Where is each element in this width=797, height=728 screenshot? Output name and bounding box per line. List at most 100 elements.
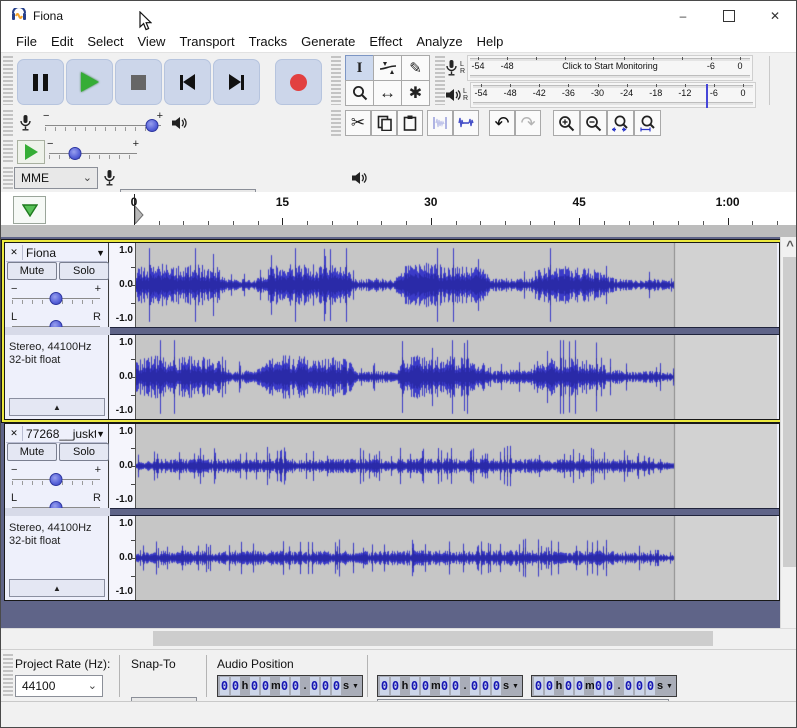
pause-button[interactable] [17, 59, 64, 105]
time-unit[interactable]: s [656, 677, 664, 695]
menu-tracks[interactable]: Tracks [242, 32, 295, 51]
zoom-out-button[interactable] [580, 110, 607, 136]
timeline-options-button[interactable] [13, 196, 46, 224]
time-digit[interactable]: 0 [451, 677, 460, 695]
redo-button[interactable]: ↷ [515, 110, 541, 136]
menu-view[interactable]: View [131, 32, 173, 51]
track-gain-slider[interactable]: − + [9, 283, 103, 309]
slider-thumb[interactable] [50, 292, 63, 305]
minimize-button[interactable]: – [660, 1, 706, 31]
waveform-channel-left[interactable] [136, 424, 777, 508]
time-digit[interactable]: 0 [380, 677, 389, 695]
time-digit[interactable]: 0 [492, 677, 501, 695]
time-digit[interactable]: 0 [291, 677, 300, 695]
record-button[interactable] [275, 59, 322, 105]
time-digit[interactable]: 0 [410, 677, 419, 695]
copy-button[interactable] [371, 110, 397, 136]
mixer-toolbar-grip[interactable] [3, 110, 13, 136]
selection-toolbar-grip[interactable] [3, 654, 13, 698]
horizontal-scrollbar-thumb[interactable] [153, 631, 713, 646]
time-digit[interactable]: 0 [534, 677, 543, 695]
playback-meter-scale[interactable]: -54-48-42-36-30-24-18-12-60 [470, 82, 756, 108]
time-digit[interactable]: 0 [391, 677, 400, 695]
paste-button[interactable] [397, 110, 423, 136]
project-rate-select[interactable]: 44100⌄ [15, 675, 103, 697]
selection-start-field[interactable]: 00h00m00.000s▼ [377, 675, 523, 697]
time-format-arrow-icon[interactable]: ▼ [666, 683, 673, 690]
play-at-speed-button[interactable] [17, 140, 45, 164]
recording-meter[interactable]: LR -54-48-12-60Click to Start Monitoring [445, 54, 753, 81]
audio-host-select[interactable]: MME⌄ [14, 167, 98, 189]
time-digit[interactable]: 0 [575, 677, 584, 695]
track-menu-arrow-icon[interactable]: ▼ [96, 429, 107, 439]
draw-tool-button[interactable]: ✎ [401, 55, 430, 81]
skip-to-start-button[interactable] [164, 59, 211, 105]
time-unit[interactable]: h [555, 677, 563, 695]
zoom-in-button[interactable] [553, 110, 580, 136]
menu-help[interactable]: Help [470, 32, 511, 51]
time-digit[interactable]: 0 [564, 677, 573, 695]
envelope-tool-button[interactable] [373, 55, 402, 81]
time-format-arrow-icon[interactable]: ▼ [512, 683, 519, 690]
transport-toolbar-grip[interactable] [3, 56, 13, 105]
time-digit[interactable]: 0 [594, 677, 603, 695]
playback-meter[interactable]: LR -54-48-42-36-30-24-18-12-60 [445, 81, 756, 108]
recording-volume-slider[interactable]: − + [41, 110, 165, 136]
time-unit[interactable]: s [342, 677, 350, 695]
time-digit[interactable]: 0 [250, 677, 259, 695]
slider-thumb[interactable] [69, 147, 82, 160]
stop-button[interactable] [115, 59, 162, 105]
time-digit[interactable]: 0 [261, 677, 270, 695]
time-digit[interactable]: 0 [231, 677, 240, 695]
time-digit[interactable]: 0 [220, 677, 229, 695]
time-unit[interactable]: m [585, 677, 593, 695]
zoom-tool-button[interactable] [345, 80, 374, 106]
multi-tool-button[interactable]: ✱ [401, 80, 430, 106]
monitor-prompt[interactable]: Click to Start Monitoring [520, 61, 700, 71]
audio-position-field[interactable]: 00h00m00.000s▼ [217, 675, 363, 697]
device-toolbar-grip[interactable] [3, 167, 13, 189]
menu-edit[interactable]: Edit [44, 32, 80, 51]
edit-toolbar-grip[interactable] [331, 110, 341, 136]
time-digit[interactable]: 0 [545, 677, 554, 695]
time-unit[interactable]: . [615, 677, 623, 695]
fit-project-button[interactable] [634, 110, 661, 136]
time-digit[interactable]: 0 [646, 677, 655, 695]
time-unit[interactable]: h [401, 677, 409, 695]
collapse-track-button[interactable]: ▲ [9, 579, 105, 597]
time-digit[interactable]: 0 [332, 677, 341, 695]
waveform-channel-right[interactable] [136, 335, 777, 419]
meter-toolbar-grip[interactable] [435, 56, 445, 105]
vertical-scale-ruler[interactable]: 1.0 0.0 -1.0 [110, 516, 136, 600]
maximize-button[interactable] [706, 1, 752, 31]
time-unit[interactable]: m [271, 677, 279, 695]
menu-transport[interactable]: Transport [172, 32, 241, 51]
cut-button[interactable]: ✂ [345, 110, 371, 136]
time-digit[interactable]: 0 [470, 677, 479, 695]
time-unit[interactable]: h [241, 677, 249, 695]
time-unit[interactable]: . [461, 677, 469, 695]
play-position-marker[interactable] [135, 206, 144, 224]
trim-audio-button[interactable] [427, 110, 453, 136]
track-gain-slider[interactable]: − + [9, 464, 103, 490]
timeline-ruler[interactable]: 01530451:00 [1, 192, 797, 226]
track-title[interactable]: Fiona [23, 246, 96, 260]
track-menu-arrow-icon[interactable]: ▼ [96, 248, 107, 258]
collapse-track-button[interactable]: ▲ [9, 398, 105, 416]
slider-thumb[interactable] [50, 473, 63, 486]
time-digit[interactable]: 0 [440, 677, 449, 695]
undo-button[interactable]: ↶ [489, 110, 515, 136]
vertical-scale-ruler[interactable]: 1.0 0.0 -1.0 [110, 335, 136, 419]
close-button[interactable]: ✕ [752, 1, 797, 31]
time-digit[interactable]: 0 [481, 677, 490, 695]
vertical-scale-ruler[interactable]: 1.0 0.0 -1.0 [110, 424, 136, 508]
mute-button[interactable]: Mute [7, 443, 57, 461]
time-unit[interactable]: s [502, 677, 510, 695]
time-unit[interactable]: . [301, 677, 309, 695]
time-format-arrow-icon[interactable]: ▼ [352, 683, 359, 690]
time-digit[interactable]: 0 [635, 677, 644, 695]
time-unit[interactable]: m [431, 677, 439, 695]
silence-audio-button[interactable] [453, 110, 479, 136]
slider-thumb[interactable] [145, 119, 158, 132]
waveform-channel-left[interactable] [136, 243, 777, 327]
